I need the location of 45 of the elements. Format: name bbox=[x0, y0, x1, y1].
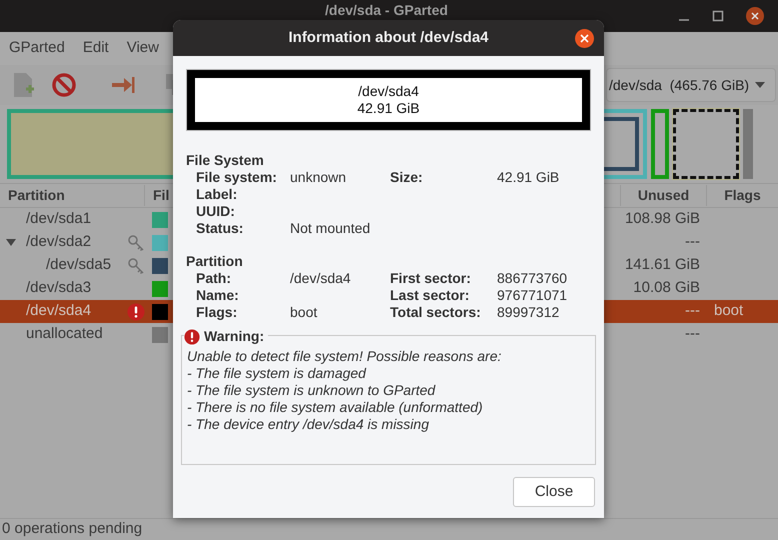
warning-line: - The file system is unknown to GParted bbox=[187, 382, 436, 399]
field-label: Size: bbox=[390, 169, 424, 186]
field-value: 886773760 bbox=[497, 270, 568, 287]
field-value: /dev/sda4 bbox=[290, 270, 351, 287]
field-label: Label: bbox=[196, 186, 238, 203]
flag-value: boot bbox=[714, 302, 744, 320]
dialog-title: Information about /dev/sda4 bbox=[288, 28, 489, 48]
partition-name: /dev/sda2 bbox=[26, 232, 92, 252]
unused-value: --- bbox=[684, 324, 701, 344]
field-label: UUID: bbox=[196, 203, 236, 220]
field-label: Name: bbox=[196, 287, 240, 304]
warning-line: Unable to detect file system! Possible reasons are: bbox=[187, 348, 502, 365]
field-value: unknown bbox=[290, 169, 346, 186]
field-label: First sector: bbox=[390, 270, 472, 287]
field-value: Not mounted bbox=[290, 220, 370, 237]
field-value: 42.91 GiB bbox=[497, 169, 560, 186]
section-heading: File System bbox=[186, 152, 265, 169]
partition-name: /dev/sda3 bbox=[26, 278, 92, 298]
partition-name: /dev/sda1 bbox=[26, 209, 92, 230]
unused-value: --- bbox=[684, 301, 701, 322]
partition-name: unallocated bbox=[26, 324, 103, 344]
warning-line: - There is no file system available (unformatted) bbox=[187, 399, 484, 416]
field-label: Total sectors: bbox=[390, 304, 482, 321]
status-text: 0 operations pending bbox=[1, 519, 142, 540]
field-label: Flags: bbox=[196, 304, 238, 321]
warning-title: Warning: bbox=[204, 327, 264, 346]
unused-value: 10.08 GiB bbox=[632, 278, 701, 298]
field-label: File system: bbox=[196, 169, 278, 186]
partition-name: /dev/sda5 bbox=[46, 255, 112, 276]
partition-name: /dev/sda4 bbox=[26, 301, 92, 322]
field-value: boot bbox=[290, 304, 318, 321]
graphic-size: 42.91 GiB bbox=[357, 100, 420, 117]
field-value: 976771071 bbox=[497, 287, 568, 304]
graphic-path: /dev/sda4 bbox=[358, 83, 419, 100]
unused-value: --- bbox=[684, 232, 701, 252]
field-label: Last sector: bbox=[390, 287, 470, 304]
window-title: /dev/sda - GParted bbox=[325, 2, 448, 18]
unused-value: 141.61 GiB bbox=[624, 255, 701, 276]
section-heading: Partition bbox=[186, 253, 244, 270]
field-label: Path: bbox=[196, 270, 232, 287]
field-label: Status: bbox=[196, 220, 244, 237]
unused-value: 108.98 GiB bbox=[624, 209, 701, 230]
field-value: 89997312 bbox=[497, 304, 560, 321]
warning-line: - The device entry /dev/sda4 is missing bbox=[187, 416, 430, 433]
warning-line: - The file system is damaged bbox=[187, 365, 368, 382]
